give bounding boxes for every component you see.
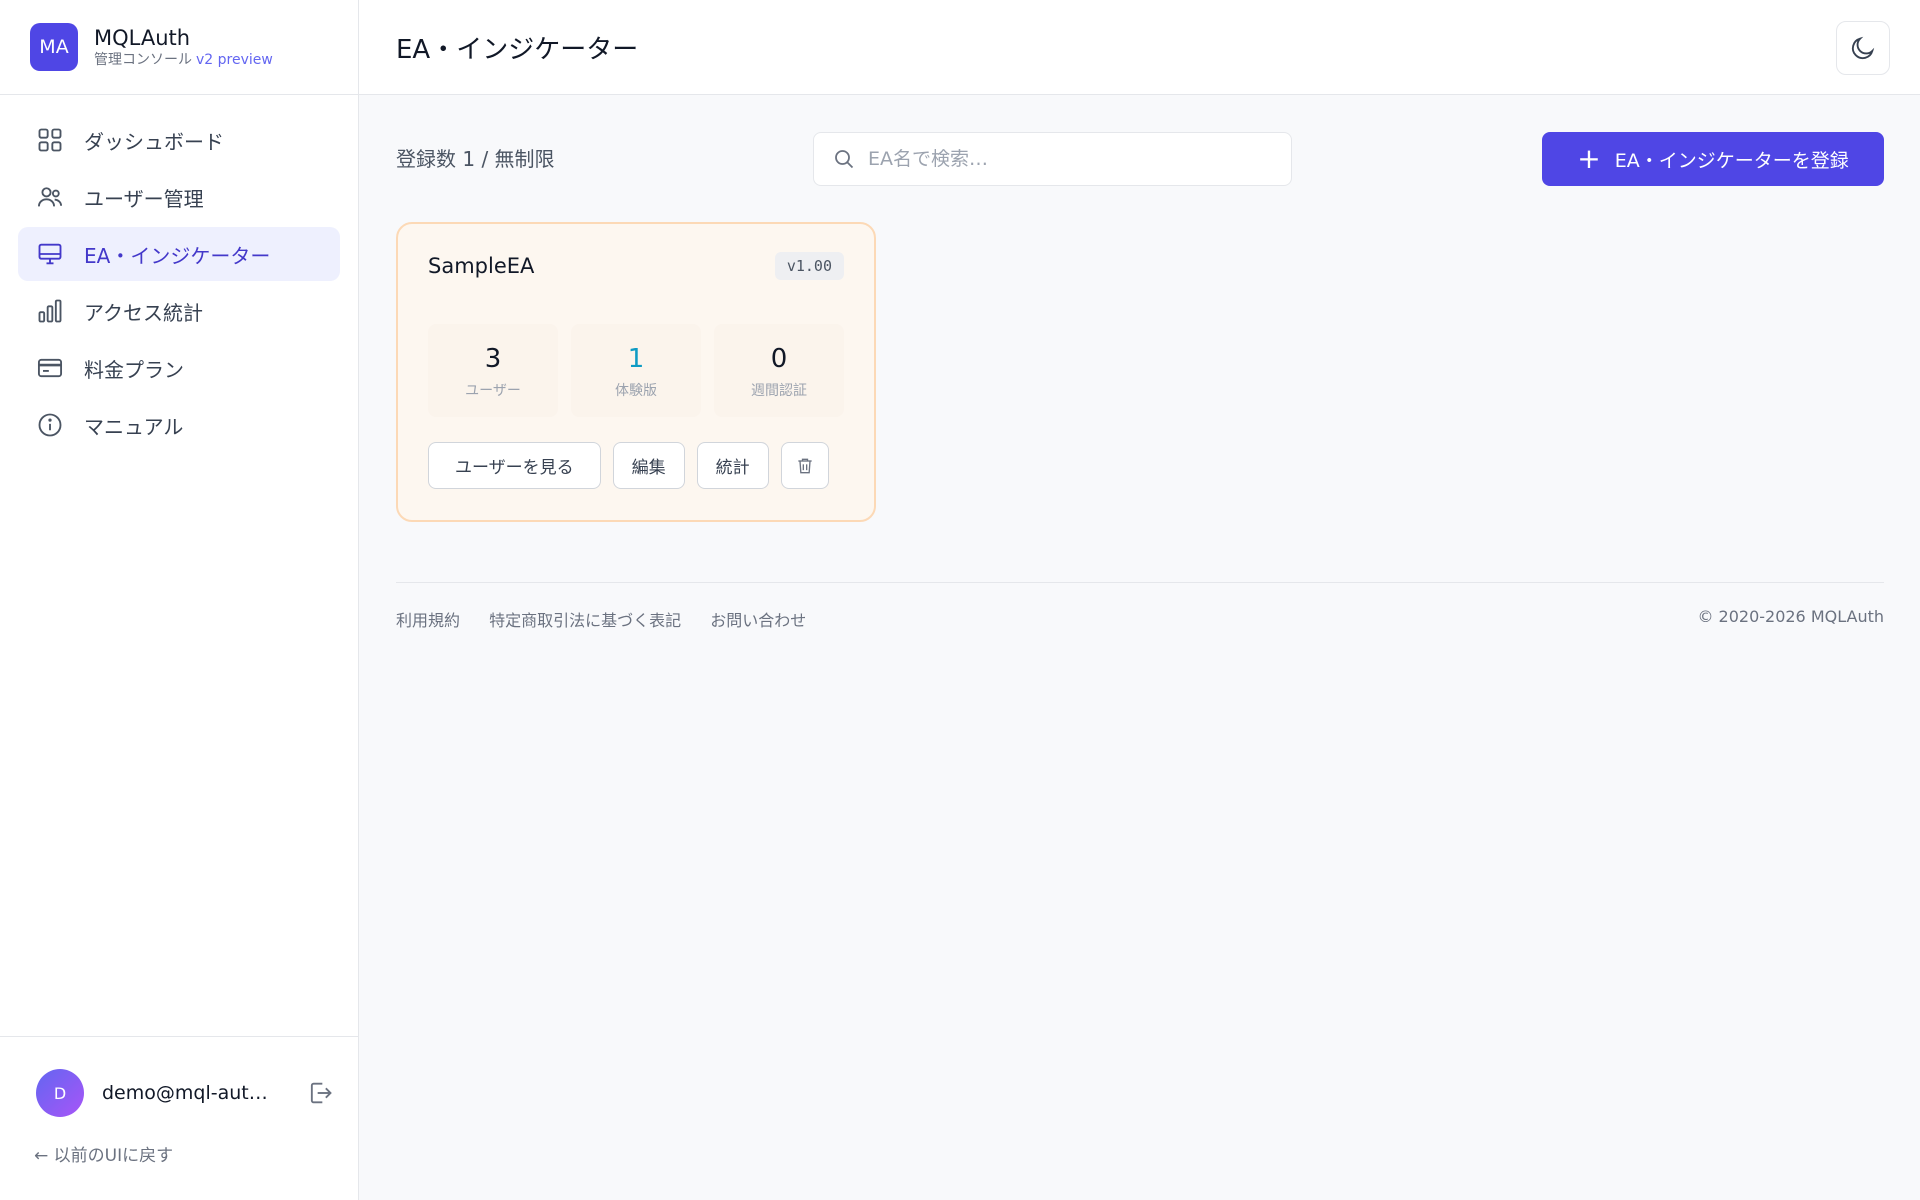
stat-users: 3 ユーザー — [428, 324, 558, 417]
brand-name: MQLAuth — [94, 26, 191, 50]
ea-card: SampleEA v1.00 3 ユーザー 1 体験版 0 週間認証 ユーザーを… — [396, 222, 876, 522]
moon-icon — [1851, 36, 1875, 60]
brand: MA MQLAuth 管理コンソール v2 preview — [0, 0, 358, 95]
view-users-button[interactable]: ユーザーを見る — [428, 442, 601, 489]
info-icon — [38, 413, 62, 437]
stat-label: 週間認証 — [751, 383, 807, 399]
version-label: v2 preview — [196, 52, 273, 68]
sidebar-item-label: マニュアル — [84, 414, 184, 439]
footer-links: 利用規約 特定商取引法に基づく表記 お問い合わせ — [396, 607, 830, 631]
copyright: © 2020-2026 MQLAuth — [1697, 607, 1884, 626]
delete-button[interactable] — [780, 442, 829, 489]
sidebar-item-label: 料金プラン — [84, 357, 184, 382]
credit-card-icon — [37, 358, 63, 378]
terms-link[interactable]: 利用規約 — [396, 611, 460, 630]
toolbar: 登録数 1 / 無制限 + EA・インジケーターを登録 — [396, 95, 1884, 222]
stat-trial: 1 体験版 — [571, 324, 701, 417]
theme-toggle-button[interactable] — [1836, 21, 1890, 75]
commerce-law-link[interactable]: 特定商取引法に基づく表記 — [489, 611, 681, 630]
stat-label: ユーザー — [465, 383, 521, 399]
add-ea-button-label: EA・インジケーターを登録 — [1614, 149, 1849, 172]
sidebar-item-ea-indicators[interactable]: EA・インジケーター — [18, 227, 340, 281]
user-panel: D demo@mql-aut… ← 以前のUIに戻す — [0, 1036, 358, 1200]
sidebar-item-label: ユーザー管理 — [84, 186, 204, 211]
grid-icon — [38, 128, 62, 152]
stat-label: 体験版 — [615, 383, 657, 399]
stat-value: 0 — [770, 344, 788, 374]
sidebar-item-label: ダッシュボード — [84, 129, 224, 154]
sidebar-item-dashboard[interactable]: ダッシュボード — [18, 113, 340, 167]
user-email: demo@mql-aut… — [102, 1082, 268, 1104]
monitor-icon — [38, 243, 62, 265]
sidebar-item-manual[interactable]: マニュアル — [18, 398, 340, 452]
bar-chart-icon — [38, 299, 62, 323]
brand-subtitle-text: 管理コンソール — [94, 52, 192, 68]
sidebar-nav: ダッシュボード ユーザー管理 EA・インジケーター アクセス統計 料金プラン マ… — [0, 95, 358, 452]
main-content: 登録数 1 / 無制限 + EA・インジケーターを登録 SampleEA v1.… — [396, 95, 1884, 630]
add-ea-button[interactable]: + EA・インジケーターを登録 — [1542, 132, 1884, 186]
stat-weekly-auth: 0 週間認証 — [714, 324, 844, 417]
page-title: EA・インジケーター — [396, 34, 639, 65]
search-icon — [835, 150, 854, 169]
user-row: D demo@mql-aut… — [0, 1037, 358, 1117]
version-badge: v1.00 — [774, 252, 844, 280]
plus-icon: + — [1577, 142, 1601, 175]
sidebar: MA MQLAuth 管理コンソール v2 preview ダッシュボード ユーザ… — [0, 0, 359, 1200]
back-to-old-ui-link[interactable]: ← 以前のUIに戻す — [0, 1117, 358, 1166]
search-box[interactable] — [813, 132, 1292, 186]
ea-stats: 3 ユーザー 1 体験版 0 週間認証 — [428, 324, 844, 417]
registration-count: 登録数 1 / 無制限 — [396, 147, 555, 171]
stat-value: 3 — [484, 344, 502, 374]
ea-actions: ユーザーを見る 編集 統計 — [428, 442, 829, 489]
sidebar-item-label: EA・インジケーター — [84, 243, 271, 268]
sidebar-item-pricing[interactable]: 料金プラン — [18, 341, 340, 395]
brand-text: MQLAuth 管理コンソール v2 preview — [94, 25, 273, 69]
avatar[interactable]: D — [36, 1069, 84, 1117]
edit-button[interactable]: 編集 — [612, 442, 685, 489]
footer: 利用規約 特定商取引法に基づく表記 お問い合わせ © 2020-2026 MQL… — [396, 582, 1884, 631]
logout-icon[interactable] — [306, 1079, 334, 1107]
sidebar-item-users[interactable]: ユーザー管理 — [18, 170, 340, 224]
contact-link[interactable]: お問い合わせ — [710, 611, 806, 630]
trash-icon — [798, 458, 812, 473]
ea-name: SampleEA — [428, 254, 535, 278]
search-input[interactable] — [868, 148, 1268, 170]
sidebar-item-access-stats[interactable]: アクセス統計 — [18, 284, 340, 338]
top-header: EA・インジケーター — [359, 0, 1920, 95]
brand-logo: MA — [30, 23, 78, 71]
brand-subtitle: 管理コンソール v2 preview — [94, 51, 273, 69]
stat-value: 1 — [627, 344, 645, 374]
sidebar-item-label: アクセス統計 — [84, 300, 203, 325]
users-icon — [37, 187, 63, 207]
stats-button[interactable]: 統計 — [696, 442, 769, 489]
